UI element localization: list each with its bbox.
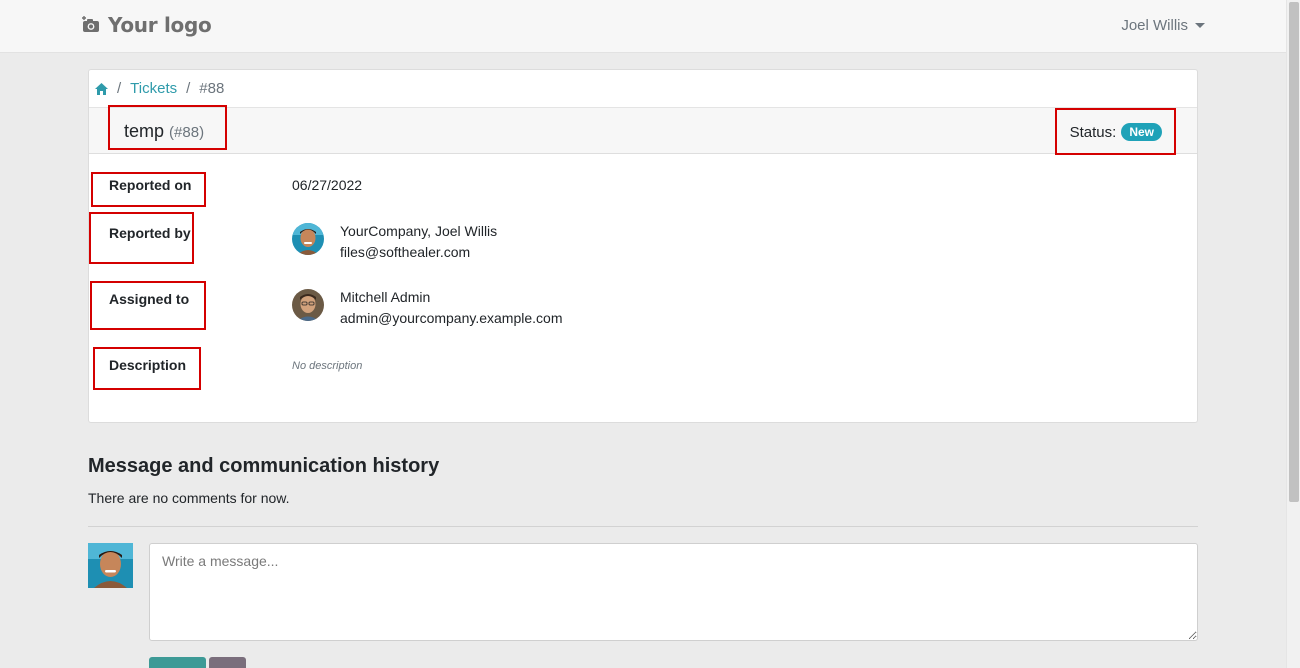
reporter-name: YourCompany, Joel Willis [340,223,498,239]
vertical-scrollbar[interactable] [1286,0,1300,668]
divider [88,526,1198,527]
highlight-box-description [93,347,201,390]
breadcrumb: / Tickets / #88 [95,80,224,97]
camera-icon [82,16,99,32]
user-menu[interactable]: Joel Willis [1121,17,1205,34]
user-name: Joel Willis [1121,17,1188,34]
breadcrumb-separator: / [186,80,191,97]
assignee-email: admin@yourcompany.example.com [340,310,563,326]
ticket-card: / Tickets / #88 temp (#88) Status: New R… [88,69,1198,423]
scrollbar-thumb[interactable] [1289,2,1299,502]
highlight-box-title [108,105,227,150]
send-button[interactable] [149,657,206,668]
highlight-box-reported-on [91,172,206,207]
reporter-avatar [292,223,324,255]
logo-text: Your logo [108,13,212,37]
highlight-box-assigned-to [90,281,206,330]
assignee-avatar [292,289,324,321]
reporter-info: YourCompany, Joel Willis files@softheale… [340,221,497,263]
breadcrumb-tickets-link[interactable]: Tickets [130,80,177,97]
reported-on-value: 06/27/2022 [292,177,363,193]
breadcrumb-current: #88 [199,80,225,97]
current-user-avatar [88,543,133,588]
reporter-email: files@softhealer.com [340,244,471,260]
breadcrumb-separator: / [117,80,122,97]
highlight-box-reported-by [89,212,194,264]
logo[interactable]: Your logo [82,13,212,37]
attach-button[interactable] [209,657,246,668]
description-value: No description [292,360,363,372]
caret-down-icon [1195,23,1205,28]
home-icon[interactable] [95,82,108,95]
top-navbar: Your logo Joel Willis [0,0,1286,53]
assignee-info: Mitchell Admin admin@yourcompany.example… [340,287,563,329]
message-input[interactable] [149,543,1198,641]
no-comments-text: There are no comments for now. [88,490,290,506]
ticket-header: temp (#88) Status: New [89,107,1197,154]
history-title: Message and communication history [88,455,440,477]
assignee-name: Mitchell Admin [340,289,431,305]
highlight-box-status [1055,108,1176,155]
